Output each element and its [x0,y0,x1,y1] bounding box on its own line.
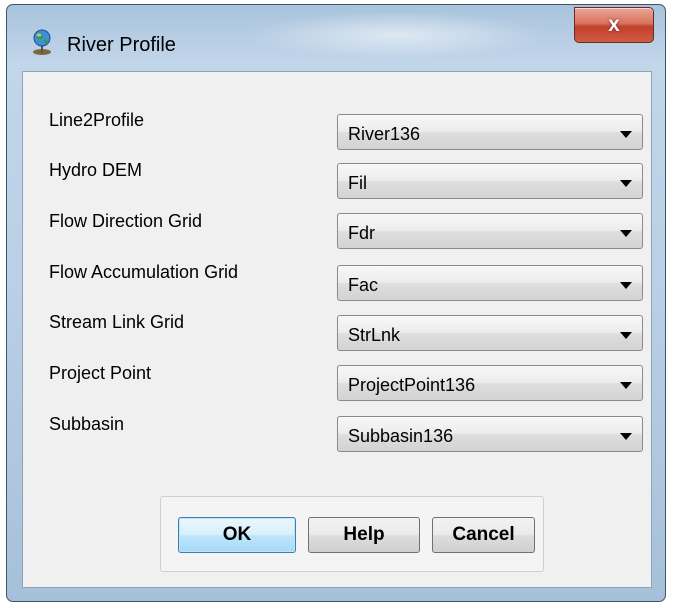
flow-direction-grid-select[interactable]: Fdr [337,213,643,249]
title-bar[interactable]: River Profile x [7,5,665,71]
stream-link-grid-value: StrLnk [348,325,401,345]
chevron-down-icon [620,382,632,389]
chevron-down-icon [620,180,632,187]
flow-direction-grid-value: Fdr [348,223,375,243]
title-bar-glass [247,11,547,59]
close-button[interactable]: x [574,7,654,43]
line2profile-select[interactable]: River136 [337,114,643,150]
flow-accumulation-grid-value: Fac [348,275,379,295]
river-profile-dialog: River Profile x Line2Profile River136 Hy… [6,4,666,602]
chevron-down-icon [620,433,632,440]
field-label-flow-accumulation-grid: Flow Accumulation Grid [49,262,239,282]
field-label-flow-direction-grid: Flow Direction Grid [49,211,203,231]
field-label-line2profile: Line2Profile [49,110,145,130]
field-label-stream-link-grid: Stream Link Grid [49,312,185,332]
window-title: River Profile [67,34,176,56]
cancel-button[interactable]: Cancel [432,517,535,553]
dialog-body: Line2Profile River136 Hydro DEM Fil Flow… [22,71,652,588]
flow-accumulation-grid-select[interactable]: Fac [337,265,643,301]
ok-button[interactable]: OK [178,517,296,553]
subbasin-value: Subbasin136 [348,426,454,446]
chevron-down-icon [620,332,632,339]
project-point-select[interactable]: ProjectPoint136 [337,365,643,401]
field-label-hydro-dem: Hydro DEM [49,160,143,180]
button-group: OK Help Cancel [160,496,544,572]
project-point-value: ProjectPoint136 [348,375,476,395]
field-label-subbasin: Subbasin [49,414,125,434]
chevron-down-icon [620,131,632,138]
close-icon: x [608,13,620,36]
help-button[interactable]: Help [308,517,420,553]
chevron-down-icon [620,282,632,289]
chevron-down-icon [620,230,632,237]
field-label-project-point: Project Point [49,363,152,383]
hydro-dem-value: Fil [348,173,367,193]
hydro-dem-select[interactable]: Fil [337,163,643,199]
subbasin-select[interactable]: Subbasin136 [337,416,643,452]
line2profile-value: River136 [348,124,421,144]
globe-pin-icon [33,29,51,55]
stream-link-grid-select[interactable]: StrLnk [337,315,643,351]
